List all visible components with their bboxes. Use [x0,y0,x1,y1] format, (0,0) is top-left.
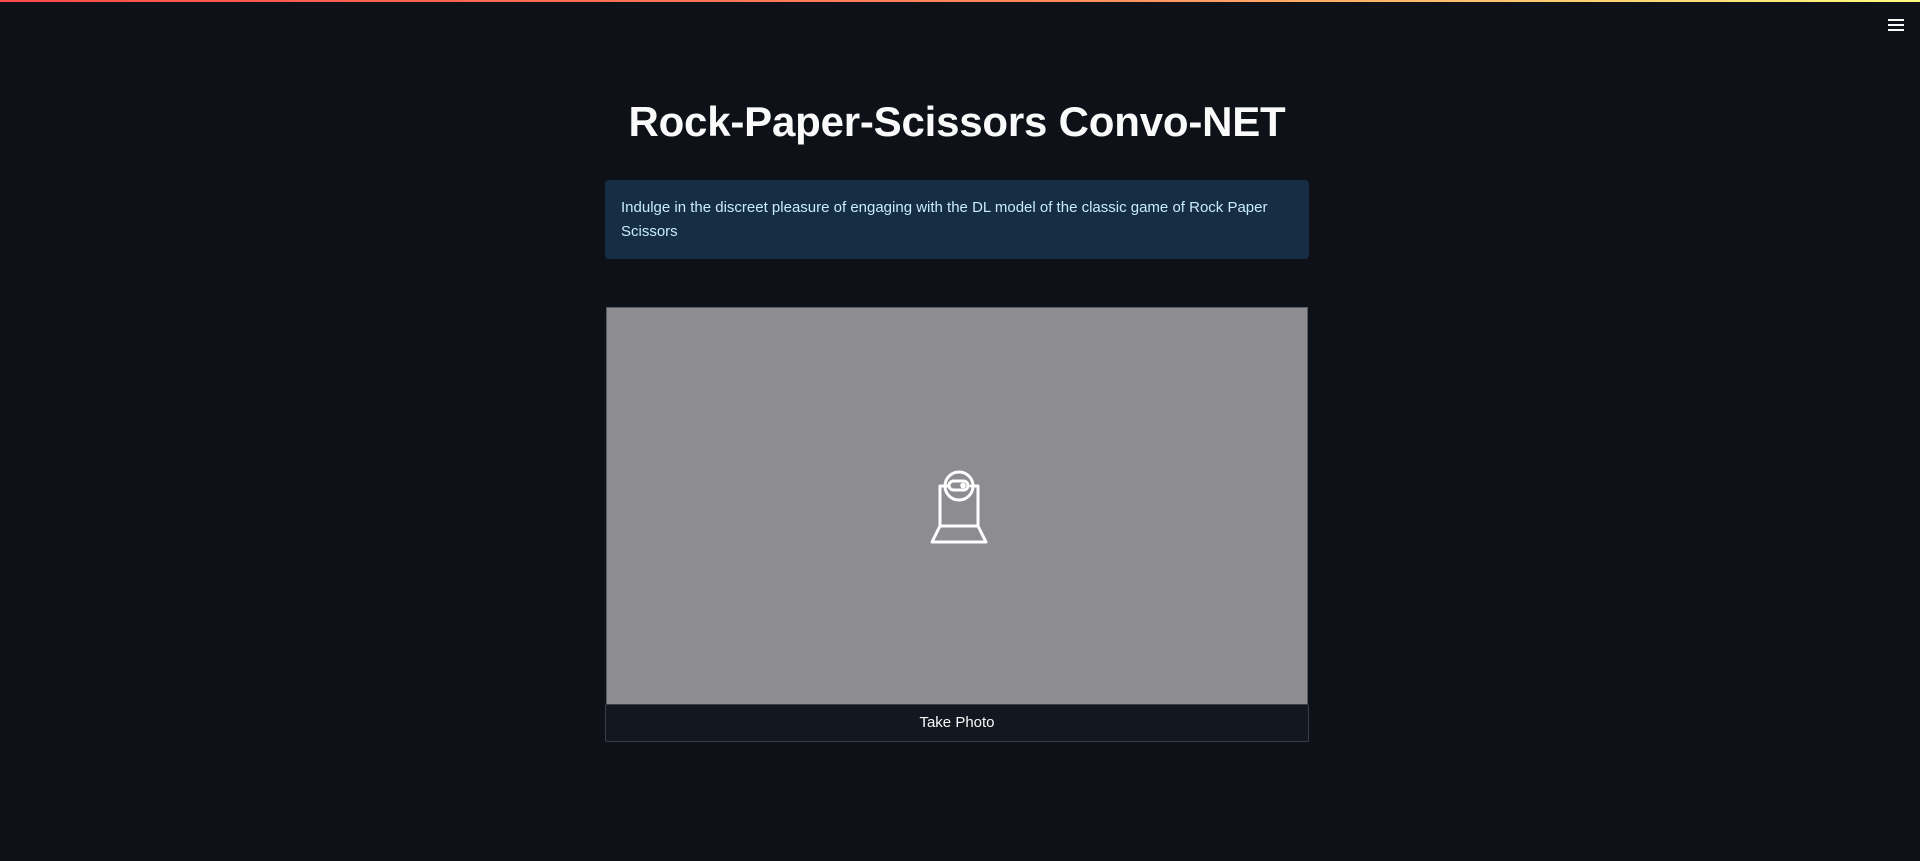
camera-preview [606,307,1308,704]
take-photo-button[interactable]: Take Photo [605,704,1309,742]
main-menu-button[interactable] [1883,14,1909,36]
info-alert: Indulge in the discreet pleasure of enga… [605,180,1309,259]
webcam-icon [930,470,988,544]
page-title: Rock-Paper-Scissors Convo-NET [628,98,1286,145]
top-decoration-bar [0,0,1920,2]
info-alert-text: Indulge in the discreet pleasure of enga… [621,199,1268,240]
hamburger-menu-icon [1888,19,1904,31]
